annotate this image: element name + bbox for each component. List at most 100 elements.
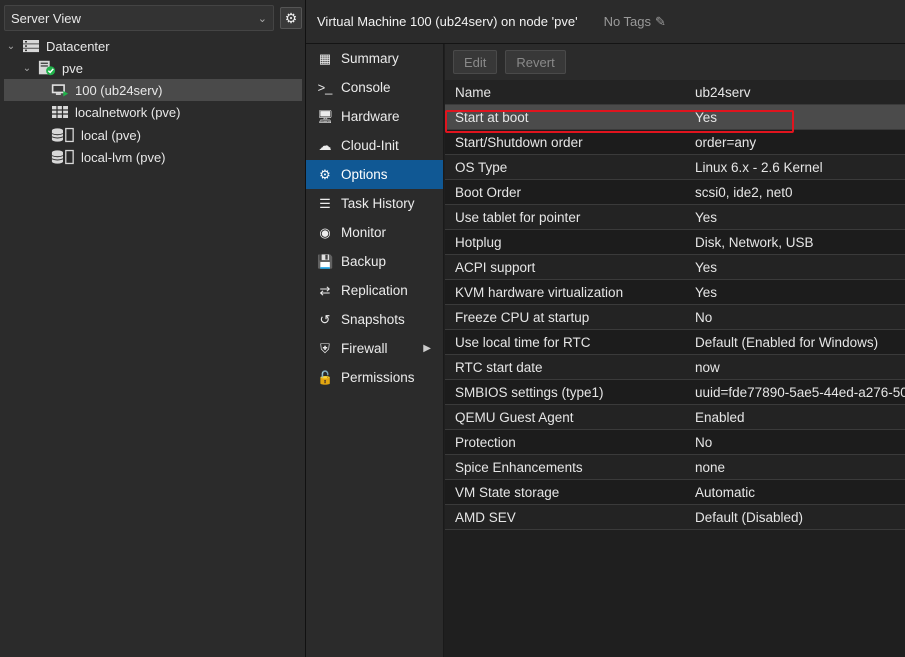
nav-item-label: Console [341,80,391,95]
tree-item-local[interactable]: local (pve) [51,124,302,146]
nav-item-label: Options [341,167,388,182]
option-value: now [695,359,720,375]
tags-label: No Tags [603,14,652,29]
tree-item-node-pve[interactable]: ⌄ pve [22,57,302,79]
vm-nav-menu: ▦ Summary >_ Console 🖥 Hardware ☁ Cloud-Init… [306,44,444,657]
grid-empty-area [445,530,905,657]
nav-item-label: Firewall [341,341,388,356]
table-row[interactable]: QEMU Guest Agent Enabled [445,405,905,430]
table-row[interactable]: Protection No [445,430,905,455]
tree-toolbar: Server View ⌄ ⚙ [0,0,305,36]
nav-item-label: Summary [341,51,399,66]
option-value: Default (Enabled for Windows) [695,334,879,350]
table-row[interactable]: Use tablet for pointer Yes [445,205,905,230]
list-icon: ☰ [319,195,331,211]
monitor-icon: 🖥 [317,108,334,124]
option-value: ub24serv [695,84,751,100]
table-row[interactable]: RTC start date now [445,355,905,380]
nav-item-monitor[interactable]: ◉ Monitor [306,218,443,247]
tree-item-vm-100[interactable]: 100 (ub24serv) [4,79,302,101]
option-key: Boot Order [455,184,522,200]
nav-item-hardware[interactable]: 🖥 Hardware [306,102,443,131]
nav-item-task-history[interactable]: ☰ Task History [306,189,443,218]
table-row[interactable]: Freeze CPU at startup No [445,305,905,330]
nav-item-label: Backup [341,254,387,269]
option-value: scsi0, ide2, net0 [695,184,793,200]
option-key: QEMU Guest Agent [455,409,574,425]
nav-item-cloud-init[interactable]: ☁ Cloud-Init [306,131,443,160]
nav-item-permissions[interactable]: 🔓 Permissions [306,363,443,392]
revert-button[interactable]: Revert [505,50,566,74]
table-row[interactable]: Name ub24serv [445,80,905,105]
table-row[interactable]: Hotplug Disk, Network, USB [445,230,905,255]
nav-item-replication[interactable]: ⇄ Replication [306,276,443,305]
chevron-down-icon[interactable]: ⌄ [22,63,32,74]
tree-item-label: local (pve) [81,127,141,143]
nav-item-label: Permissions [341,370,415,385]
nav-item-firewall[interactable]: ⛨ Firewall ▶ [306,334,443,363]
gear-icon: ⚙ [284,9,298,26]
nav-item-snapshots[interactable]: ↺ Snapshots [306,305,443,334]
nav-item-backup[interactable]: 💾 Backup [306,247,443,276]
option-value: uuid=fde77890-5ae5-44ed-a276-50 [695,384,905,400]
tree-settings-button[interactable]: ⚙ [280,7,302,29]
content-header: Virtual Machine 100 (ub24serv) on node '… [306,0,905,44]
table-row[interactable]: Boot Order scsi0, ide2, net0 [445,180,905,205]
tree-item-label: pve [62,60,83,76]
option-key: Freeze CPU at startup [455,309,590,325]
nav-item-label: Snapshots [341,312,405,327]
console-icon: >_ [317,80,333,95]
option-key: Name [455,84,492,100]
option-key: Start at boot [455,109,529,125]
option-value: order=any [695,134,757,150]
option-value: Yes [695,209,718,225]
chevron-down-icon[interactable]: ⌄ [6,41,16,52]
tree-item-datacenter[interactable]: ⌄ Datacenter [6,35,302,57]
options-grid: Name ub24serv Start at boot Yes Start/Shut… [445,80,905,530]
table-row[interactable]: AMD SEV Default (Disabled) [445,505,905,530]
summary-icon: ▦ [318,50,332,66]
option-key: OS Type [455,159,508,175]
nav-item-options[interactable]: ⚙ Options [306,160,443,189]
tree-item-local-lvm[interactable]: local-lvm (pve) [51,146,302,168]
table-row[interactable]: SMBIOS settings (type1) uuid=fde77890-5ae… [445,380,905,405]
page-title: Virtual Machine 100 (ub24serv) on node '… [317,14,578,29]
table-row[interactable]: ACPI support Yes [445,255,905,280]
option-key: Use tablet for pointer [455,209,581,225]
table-row[interactable]: Spice Enhancements none [445,455,905,480]
option-key: Use local time for RTC [455,334,591,350]
option-key: RTC start date [455,359,543,375]
pencil-icon[interactable]: ✎ [655,14,666,30]
table-row[interactable]: VM State storage Automatic [445,480,905,505]
nav-item-summary[interactable]: ▦ Summary [306,44,443,73]
chevron-right-icon[interactable]: ▶ [423,343,431,354]
view-select-value: Server View [11,10,81,26]
nav-item-label: Cloud-Init [341,138,399,153]
option-key: Start/Shutdown order [455,134,583,150]
option-value: Default (Disabled) [695,509,804,525]
option-value: No [695,309,713,325]
table-row[interactable]: KVM hardware virtualization Yes [445,280,905,305]
option-value: Yes [695,109,718,125]
nav-item-label: Monitor [341,225,387,240]
gear-icon: ⚙ [319,166,331,182]
tree-item-label: 100 (ub24serv) [75,82,163,98]
nav-item-console[interactable]: >_ Console [306,73,443,102]
option-value: Yes [695,284,718,300]
option-key: KVM hardware virtualization [455,284,624,300]
floppy-icon: 💾 [317,253,334,269]
table-row[interactable]: Use local time for RTC Default (Enabled f… [445,330,905,355]
option-value: Enabled [695,409,745,425]
tree-item-label: localnetwork (pve) [75,104,181,120]
tags-editor[interactable]: No Tags ✎ [604,14,666,30]
option-key: Hotplug [455,234,502,250]
table-row[interactable]: OS Type Linux 6.x - 2.6 Kernel [445,155,905,180]
option-value: none [695,459,726,475]
vm-running-icon [51,82,69,98]
view-select[interactable]: Server View ⌄ [4,5,274,31]
tree-item-localnetwork[interactable]: localnetwork (pve) [51,101,302,123]
node-online-icon [38,60,56,76]
table-row[interactable]: Start/Shutdown order order=any [445,130,905,155]
table-row[interactable]: Start at boot Yes [445,105,905,130]
edit-button[interactable]: Edit [453,50,498,74]
